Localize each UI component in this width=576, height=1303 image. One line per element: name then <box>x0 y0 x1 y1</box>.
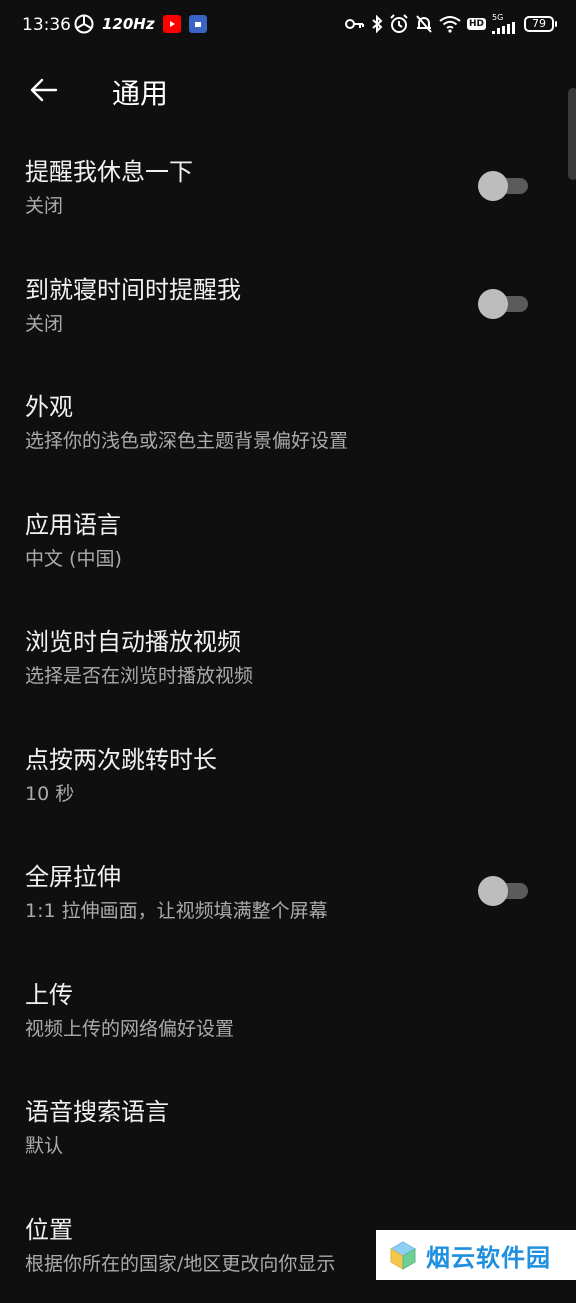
setting-zoom-to-fill[interactable]: 全屏拉伸 1:1 拉伸画面，让视频填满整个屏幕 <box>0 833 576 951</box>
setting-subtitle: 1:1 拉伸画面，让视频填满整个屏幕 <box>25 896 328 923</box>
cube-logo-icon <box>388 1240 418 1270</box>
setting-appearance[interactable]: 外观 选择你的浅色或深色主题背景偏好设置 <box>0 363 576 481</box>
toggle-thumb <box>478 876 508 906</box>
setting-uploads[interactable]: 上传 视频上传的网络偏好设置 <box>0 951 576 1069</box>
bedtime-reminder-toggle[interactable] <box>478 288 528 320</box>
signal-bars-icon <box>492 22 518 34</box>
setting-voice-search-language[interactable]: 语音搜索语言 默认 <box>0 1068 576 1186</box>
setting-title: 全屏拉伸 <box>25 857 121 892</box>
setting-double-tap-seek[interactable]: 点按两次跳转时长 10 秒 <box>0 716 576 834</box>
wifi-icon <box>439 15 461 33</box>
setting-subtitle: 10 秒 <box>25 779 74 806</box>
scrollbar-thumb[interactable] <box>568 88 576 180</box>
status-right-icons: HD 5G 79 <box>345 14 554 34</box>
setting-title: 外观 <box>25 387 73 422</box>
youtube-app-icon <box>163 15 181 33</box>
setting-subtitle: 根据你所在的国家/地区更改向你显示 <box>25 1249 335 1276</box>
setting-subtitle: 选择是否在浏览时播放视频 <box>25 661 253 688</box>
setting-bedtime-reminder[interactable]: 到就寝时间时提醒我 关闭 <box>0 246 576 364</box>
setting-title: 应用语言 <box>25 505 121 540</box>
take-a-break-toggle[interactable] <box>478 170 528 202</box>
watermark-text: 烟云软件园 <box>426 1238 551 1273</box>
setting-subtitle: 关闭 <box>25 191 63 218</box>
hd-badge: HD <box>467 18 486 30</box>
setting-title: 提醒我休息一下 <box>25 152 193 187</box>
app-notification-icon <box>189 15 207 33</box>
setting-take-a-break[interactable]: 提醒我休息一下 关闭 <box>0 128 576 246</box>
alarm-icon <box>389 14 409 34</box>
setting-title: 上传 <box>25 975 73 1010</box>
muted-bell-icon <box>415 14 433 34</box>
zoom-to-fill-toggle[interactable] <box>478 875 528 907</box>
setting-title: 位置 <box>25 1210 73 1245</box>
cellular-signal: 5G <box>492 14 518 34</box>
back-button[interactable] <box>22 68 66 112</box>
setting-autoplay-browsing[interactable]: 浏览时自动播放视频 选择是否在浏览时播放视频 <box>0 598 576 716</box>
setting-subtitle: 关闭 <box>25 309 63 336</box>
pinwheel-icon <box>74 14 94 34</box>
network-type: 5G <box>492 14 503 22</box>
toggle-thumb <box>478 289 508 319</box>
setting-title: 浏览时自动播放视频 <box>25 622 241 657</box>
back-arrow-icon <box>22 68 66 112</box>
battery-indicator: 79 <box>524 16 554 32</box>
refresh-rate-label: 120Hz <box>102 15 155 33</box>
bluetooth-icon <box>371 15 383 33</box>
setting-title: 点按两次跳转时长 <box>25 740 217 775</box>
setting-subtitle: 中文 (中国) <box>25 544 122 571</box>
setting-title: 到就寝时间时提醒我 <box>25 270 241 305</box>
settings-list: 提醒我休息一下 关闭 到就寝时间时提醒我 关闭 外观 选择你的浅色或深色主题背景… <box>0 128 576 1303</box>
key-icon <box>345 17 365 31</box>
status-left-icons: 120Hz <box>74 14 207 34</box>
status-time: 13:36 <box>22 15 71 35</box>
status-bar: 13:36 120Hz <box>0 0 576 52</box>
app-bar: 通用 <box>0 52 576 128</box>
setting-title: 语音搜索语言 <box>25 1092 169 1127</box>
setting-subtitle: 视频上传的网络偏好设置 <box>25 1014 234 1041</box>
setting-subtitle: 选择你的浅色或深色主题背景偏好设置 <box>25 426 348 453</box>
setting-subtitle: 默认 <box>25 1131 63 1158</box>
setting-app-language[interactable]: 应用语言 中文 (中国) <box>0 481 576 599</box>
page-title: 通用 <box>112 72 168 112</box>
watermark: 烟云软件园 <box>376 1230 576 1280</box>
toggle-thumb <box>478 171 508 201</box>
